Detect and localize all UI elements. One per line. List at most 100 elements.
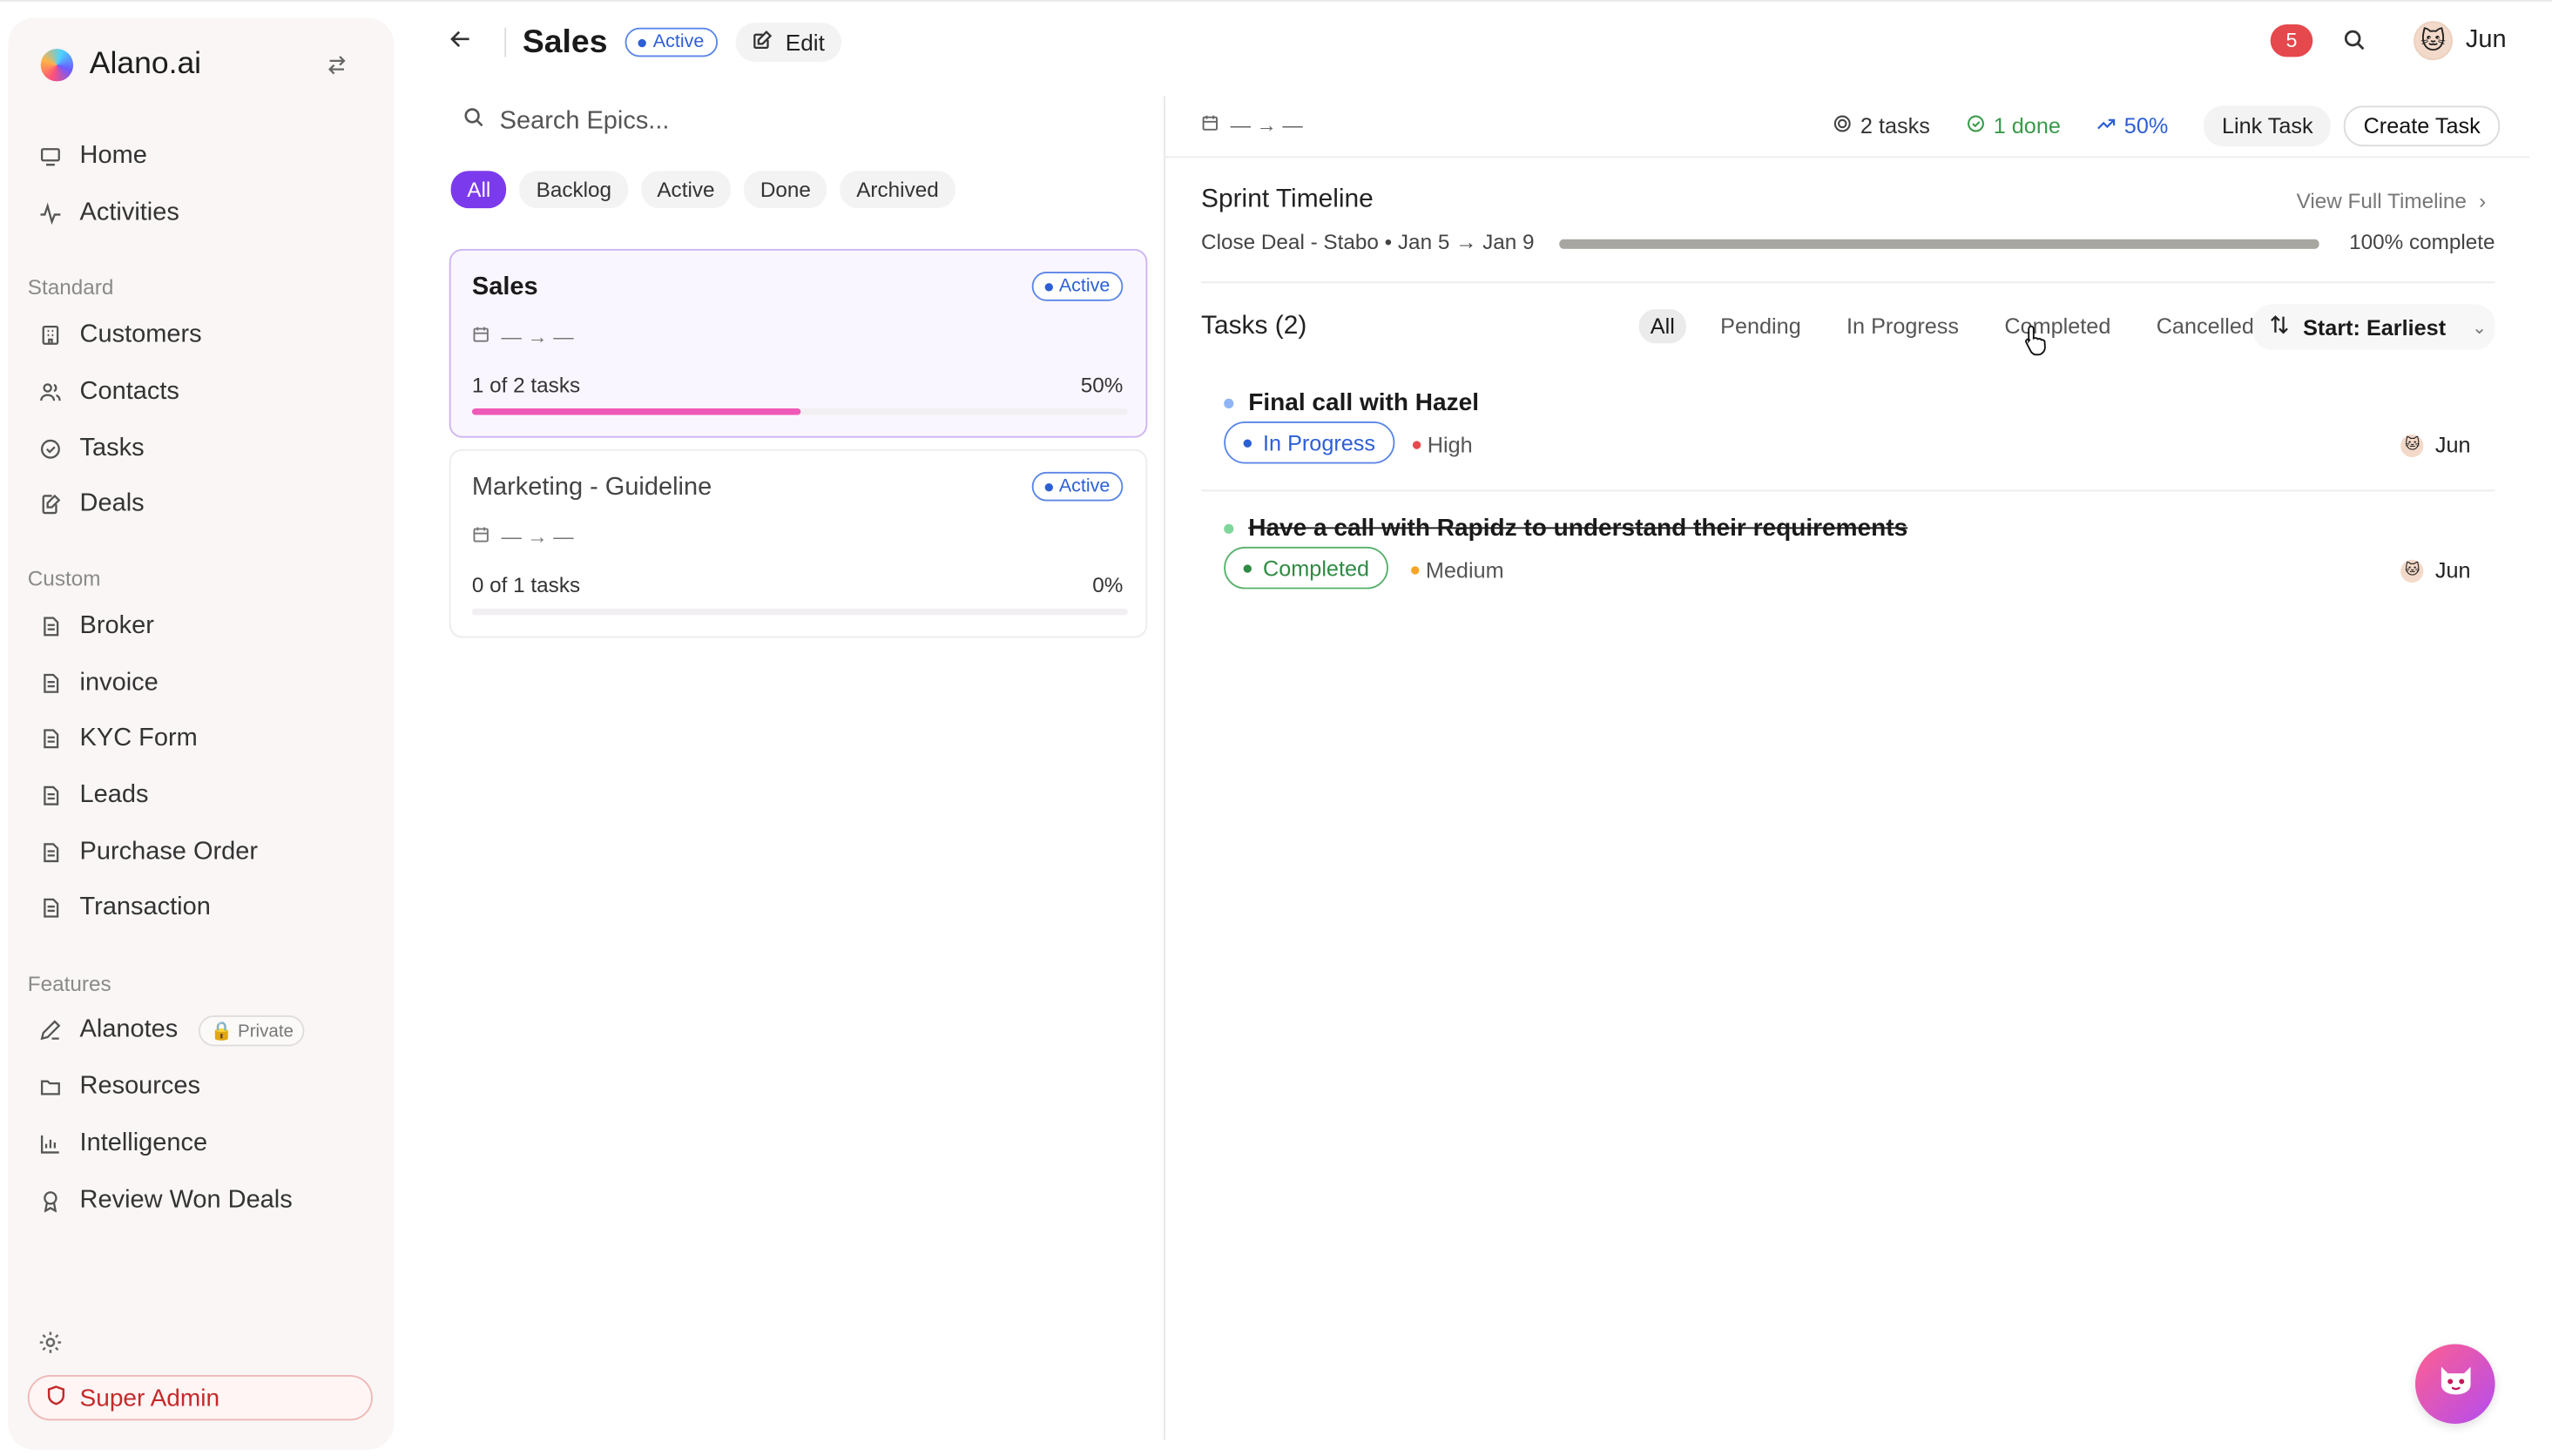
shield-icon [45,1384,66,1412]
filter-backlog[interactable]: Backlog [519,171,628,209]
edit-button[interactable]: Edit [734,23,841,63]
sidebar-item-alanotes[interactable]: Alanotes 🔒 Private [39,1009,306,1052]
user-name[interactable]: Jun [2466,26,2507,56]
chevron-right-icon: › [2479,188,2487,213]
sidebar-item-contacts[interactable]: Contacts [39,371,179,414]
sidebar-item-home[interactable]: Home [39,135,147,178]
task-filter-tabs: All Pending In Progress Completed Cancel… [1638,309,2279,344]
task-filter-all[interactable]: All [1638,309,1686,344]
epic-stats: 2 tasks 1 done 50% Link Task Create Task [1833,105,2501,147]
epic-dates: — → — [472,326,574,348]
task-filter-completed[interactable]: Completed [1993,309,2122,343]
super-admin-button[interactable]: Super Admin [27,1374,373,1421]
priority-label: Medium [1411,558,1504,583]
epics-search-input[interactable]: Search Epics... [462,105,669,137]
create-task-button[interactable]: Create Task [2344,105,2501,147]
panel-divider [1164,96,1165,1440]
sort-dropdown[interactable]: Start: Earliest ⌄ [2252,304,2495,350]
back-arrow-icon[interactable] [449,27,482,58]
epic-title: Marketing - Guideline [471,473,712,502]
sprint-timeline-title: Sprint Timeline [1201,185,1374,213]
task-row[interactable]: Final call with Hazel In Progress High 🐱… [1201,389,2495,494]
private-badge: 🔒 Private [199,1014,306,1046]
calendar-icon [472,326,490,348]
sidebar-item-resources[interactable]: Resources [39,1066,200,1109]
epic-title: Sales [471,273,538,301]
epic-progress-bar [471,608,1128,616]
sidebar-item-customers[interactable]: Customers [39,314,202,357]
section-divider [1201,281,2495,284]
notification-badge[interactable]: 5 [2270,24,2313,57]
activity-icon [39,202,62,225]
sidebar: Alano.ai Home Activities Standard Custom… [8,17,395,1450]
header-divider [504,27,507,57]
epic-progress-pct: 0% [1092,572,1124,597]
calendar-icon [1201,114,1219,137]
file-icon [39,841,62,864]
brand-logo [40,49,74,82]
view-full-timeline-link[interactable]: View Full Timeline › [2297,189,2487,213]
priority-dot [1412,441,1421,449]
epic-card-marketing-guideline[interactable]: Marketing - Guideline Active — → — 0 of … [449,448,1148,638]
sidebar-item-intelligence[interactable]: Intelligence [39,1122,207,1165]
search-icon[interactable] [2342,28,2368,54]
task-row[interactable]: Have a call with Rapidz to understand th… [1201,514,2495,618]
priority-label: High [1412,433,1473,457]
top-right-actions: 5 🐱 Jun [2270,21,2507,61]
bar-chart-icon [39,1133,62,1156]
users-icon [39,381,62,403]
filter-all[interactable]: All [450,171,507,209]
assistant-fab-button[interactable] [2415,1344,2495,1425]
trending-up-icon [2096,114,2116,138]
sprint-progress-label: 100% complete [2349,229,2495,254]
sidebar-item-leads[interactable]: Leads [39,774,148,817]
status-dot [1044,482,1053,491]
status-badge: Active [1031,471,1124,502]
avatar: 🐱 [2400,558,2424,583]
status-dot [1044,282,1053,291]
sidebar-item-tasks[interactable]: Tasks [39,428,145,470]
status-badge[interactable]: Completed [1224,546,1389,590]
filter-active[interactable]: Active [640,171,732,209]
status-badge: Active [625,27,718,57]
status-dot [638,37,647,47]
brand-name: Alano.ai [89,47,202,82]
epic-detail-topbar: — → — 2 tasks 1 done 50% Link Task Creat… [1165,96,2529,158]
brand[interactable]: Alano.ai [40,47,202,83]
sidebar-item-broker[interactable]: Broker [39,605,154,648]
gear-icon[interactable] [37,1330,67,1359]
task-filter-in-progress[interactable]: In Progress [1835,309,1970,343]
sidebar-item-purchase-order[interactable]: Purchase Order [39,832,258,874]
sidebar-item-activities[interactable]: Activities [39,192,179,234]
epic-card-sales[interactable]: Sales Active — → — 1 of 2 tasks 50% [449,248,1148,438]
status-dot [1243,438,1252,447]
sidebar-item-transaction[interactable]: Transaction [39,886,211,929]
assignee[interactable]: 🐱 Jun [2400,433,2471,457]
task-filter-pending[interactable]: Pending [1709,309,1813,343]
link-task-button[interactable]: Link Task [2204,105,2332,147]
page-title: Sales [522,24,608,60]
row-divider [1201,489,2495,492]
task-title[interactable]: Final call with Hazel [1224,389,1479,416]
sidebar-item-kyc-form[interactable]: KYC Form [39,718,198,760]
section-label-features: Features [27,971,111,996]
epic-progress-label: 0 of 1 tasks [471,572,581,597]
status-badge[interactable]: In Progress [1224,421,1395,464]
sidebar-item-review-won-deals[interactable]: Review Won Deals [39,1180,293,1223]
task-title[interactable]: Have a call with Rapidz to understand th… [1224,514,1907,542]
search-icon [462,105,485,137]
task-filter-cancelled[interactable]: Cancelled [2145,309,2265,343]
sprint-progress-bar [1559,239,2319,249]
sidebar-item-deals[interactable]: Deals [39,483,145,526]
section-label-custom: Custom [27,566,101,591]
epic-progress-fill [471,408,800,415]
file-icon [39,672,62,695]
sidebar-item-invoice[interactable]: invoice [39,663,159,705]
filter-archived[interactable]: Archived [840,171,955,209]
avatar: 🐱 [2400,433,2424,457]
assignee[interactable]: 🐱 Jun [2400,558,2471,583]
collapse-sidebar-icon[interactable] [326,54,348,82]
avatar[interactable]: 🐱 [2414,21,2453,61]
filter-done[interactable]: Done [744,171,827,209]
edit-icon [752,30,773,56]
